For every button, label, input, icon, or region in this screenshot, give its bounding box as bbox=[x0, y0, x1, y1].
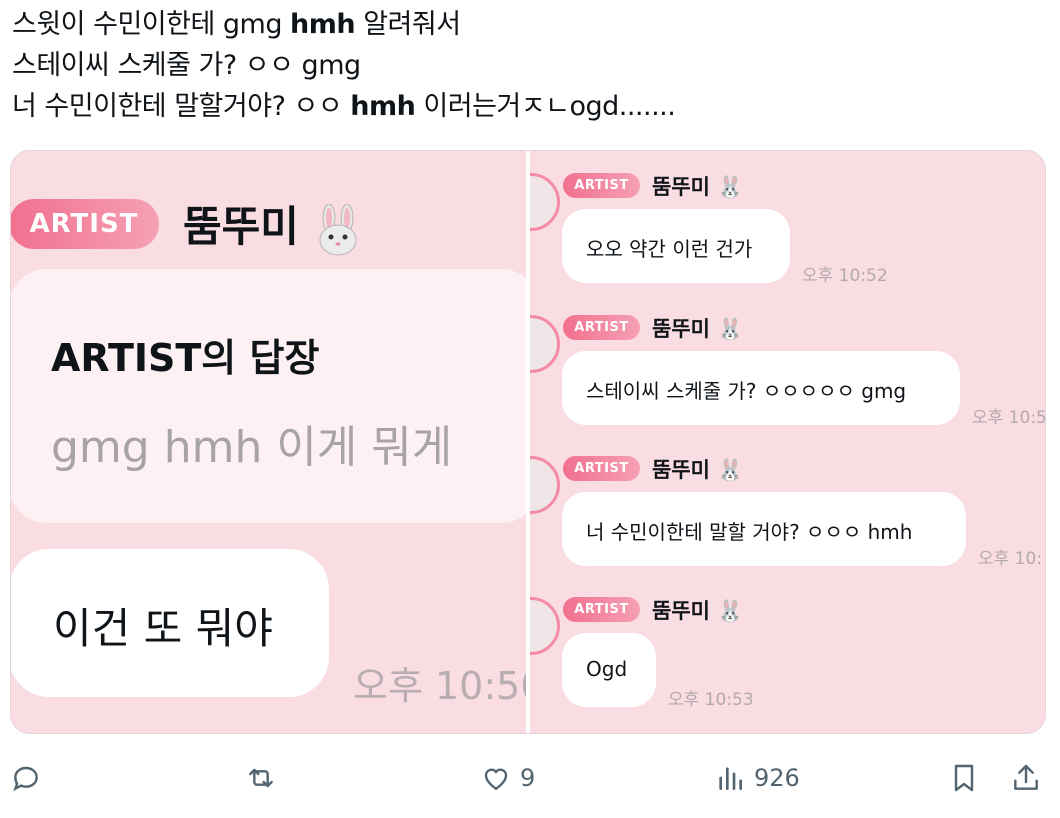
artist-name-text: 뚬뚜미 bbox=[652, 317, 710, 341]
tweet-line-3-bold: hmh bbox=[350, 91, 416, 122]
tweet-media[interactable]: ARTIST 뚬뚜미 ARTIST의 답장 gmg hmh 이게 뭐게 이건 또… bbox=[10, 150, 1046, 734]
rabbit-emoji-icon: 🐰 bbox=[717, 317, 744, 341]
message-text: 이건 또 뭐야 bbox=[53, 604, 273, 653]
artist-badge: ARTIST bbox=[563, 456, 640, 481]
bookmark-icon bbox=[954, 764, 974, 792]
reply-card: ARTIST의 답장 gmg hmh 이게 뭐게 bbox=[11, 269, 526, 523]
reply-icon bbox=[13, 766, 38, 792]
media-right-screenshot[interactable]: ARTIST 뚬뚜미 🐰 오오 약간 이런 건가 오후 10:52 ARTIST… bbox=[530, 151, 1045, 733]
avatar bbox=[530, 315, 560, 373]
views-icon bbox=[719, 767, 742, 790]
tweet-line-3-post: 이러는거ㅈㄴogd....... bbox=[415, 91, 676, 122]
artist-name: 뚬뚜미 🐰 bbox=[652, 171, 743, 201]
artist-name-text: 뚬뚜미 bbox=[183, 202, 299, 251]
artist-name-text: 뚬뚜미 bbox=[652, 175, 710, 199]
chat-time: 오후 10: bbox=[978, 549, 1043, 569]
artist-name-text: 뚬뚜미 bbox=[652, 458, 710, 482]
views-button[interactable]: 926 bbox=[714, 760, 800, 796]
share-button[interactable] bbox=[1010, 760, 1042, 796]
tweet-line-1-post: 알려줘서 bbox=[355, 9, 461, 40]
retweet-icon bbox=[249, 768, 273, 788]
reply-button[interactable] bbox=[10, 760, 42, 796]
share-icon bbox=[1014, 764, 1038, 790]
artist-badge: ARTIST bbox=[563, 597, 640, 622]
artist-badge: ARTIST bbox=[11, 199, 159, 249]
like-count: 9 bbox=[520, 764, 536, 792]
rabbit-emoji-icon: 🐰 bbox=[717, 458, 744, 482]
media-left-screenshot[interactable]: ARTIST 뚬뚜미 ARTIST의 답장 gmg hmh 이게 뭐게 이건 또… bbox=[11, 151, 526, 733]
chat-text: 스테이씨 스케줄 가? ㅇㅇㅇㅇㅇ gmg bbox=[586, 379, 907, 403]
artist-name: 뚬뚜미 🐰 bbox=[652, 313, 743, 343]
artist-name: 뚬뚜미 🐰 bbox=[652, 454, 743, 484]
tweet-line-1-pre: 스윗이 수민이한테 gmg bbox=[12, 9, 291, 40]
like-button[interactable]: 9 bbox=[480, 760, 535, 796]
reply-quote: gmg hmh 이게 뭐게 bbox=[51, 422, 453, 473]
tweet-line-1: 스윗이 수민이한테 gmg hmh 알려줘서 bbox=[12, 4, 675, 45]
chat-bubble: 오오 약간 이런 건가 bbox=[562, 209, 790, 283]
message-time: 오후 10:50 bbox=[353, 664, 526, 708]
artist-badge: ARTIST bbox=[563, 173, 640, 198]
artist-name: 뚬뚜미 bbox=[183, 193, 362, 256]
chat-text: 너 수민이한테 말할 거야? ㅇㅇㅇ hmh bbox=[586, 520, 913, 544]
tweet-text: 스윗이 수민이한테 gmg hmh 알려줘서 스테이씨 스케줄 가? ㅇㅇ gm… bbox=[12, 4, 676, 127]
tweet-line-1-bold: hmh bbox=[290, 9, 356, 40]
tweet-line-2: 스테이씨 스케줄 가? ㅇㅇ gmg bbox=[12, 50, 361, 81]
chat-text: 오오 약간 이런 건가 bbox=[586, 237, 753, 261]
rabbit-emoji-icon: 🐰 bbox=[717, 599, 744, 623]
chat-bubble: 너 수민이한테 말할 거야? ㅇㅇㅇ hmh bbox=[562, 492, 966, 566]
tweet-line-3: 너 수민이한테 말할거야? ㅇㅇ hmh 이러는거ㅈㄴogd....... bbox=[12, 86, 676, 127]
views-count: 926 bbox=[754, 764, 800, 792]
retweet-button[interactable] bbox=[245, 760, 277, 796]
avatar bbox=[530, 597, 560, 655]
artist-badge: ARTIST bbox=[563, 315, 640, 340]
rabbit-emoji-icon bbox=[319, 203, 357, 255]
avatar bbox=[530, 456, 560, 514]
reply-title: ARTIST의 답장 bbox=[51, 336, 320, 380]
tweet-action-bar: 9 926 bbox=[0, 748, 1060, 808]
chat-time: 오후 10:53 bbox=[668, 690, 754, 710]
message-bubble: 이건 또 뭐야 bbox=[11, 549, 329, 697]
chat-time: 오후 10:52 bbox=[802, 266, 888, 286]
chat-text: Ogd bbox=[586, 657, 628, 681]
bookmark-button[interactable] bbox=[948, 760, 980, 796]
tweet-line-3-pre: 너 수민이한테 말할거야? ㅇㅇ bbox=[12, 91, 351, 122]
avatar bbox=[530, 173, 560, 231]
chat-time: 오후 10:5 bbox=[972, 408, 1045, 428]
artist-name: 뚬뚜미 🐰 bbox=[652, 595, 743, 625]
chat-bubble: 스테이씨 스케줄 가? ㅇㅇㅇㅇㅇ gmg bbox=[562, 351, 960, 425]
rabbit-emoji-icon: 🐰 bbox=[717, 175, 744, 199]
heart-icon bbox=[484, 768, 508, 791]
chat-bubble: Ogd bbox=[562, 633, 656, 707]
artist-name-text: 뚬뚜미 bbox=[652, 599, 710, 623]
